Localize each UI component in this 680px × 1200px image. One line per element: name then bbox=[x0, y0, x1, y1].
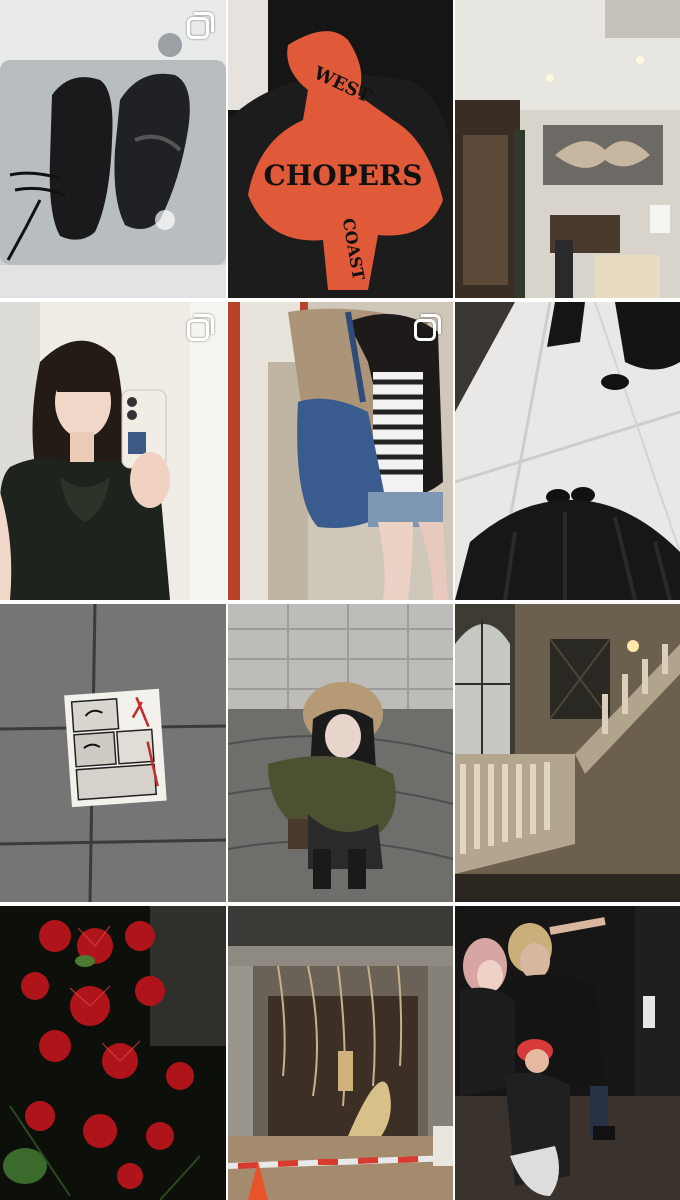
post-tile-mirror-selfie-bag[interactable] bbox=[228, 302, 453, 600]
mirror-selfie-bag-photo bbox=[228, 302, 453, 600]
staircase-photo bbox=[455, 604, 680, 902]
carousel-stack-icon bbox=[413, 314, 441, 342]
hoodie-print-mid: CHOPERS bbox=[263, 159, 422, 192]
construction-photo bbox=[228, 906, 453, 1200]
feet-tiles-photo bbox=[455, 302, 680, 600]
post-tile-feet-tiles[interactable] bbox=[455, 302, 680, 600]
post-tile-hallway[interactable] bbox=[455, 0, 680, 298]
post-tile-hoodie[interactable]: WEST CHOPERS COAST bbox=[228, 0, 453, 298]
post-tile-staircase[interactable] bbox=[455, 604, 680, 902]
carousel-stack-icon bbox=[186, 12, 214, 40]
post-tile-red-flowers[interactable] bbox=[0, 906, 226, 1200]
group-night-photo bbox=[455, 906, 680, 1200]
fur-hood-photo bbox=[228, 604, 453, 902]
post-tile-construction[interactable] bbox=[228, 906, 453, 1200]
red-flowers-photo bbox=[0, 906, 226, 1200]
hoodie-photo: WEST CHOPERS COAST bbox=[228, 0, 453, 298]
post-tile-manga-sticker[interactable] bbox=[0, 604, 226, 902]
profile-post-grid: WEST CHOPERS COAST bbox=[0, 0, 680, 1200]
post-tile-fur-hood[interactable] bbox=[228, 604, 453, 902]
mirror-selfie-dress-photo bbox=[0, 302, 226, 600]
carousel-stack-icon bbox=[186, 314, 214, 342]
post-tile-group-night[interactable] bbox=[455, 906, 680, 1200]
post-tile-sneakers[interactable] bbox=[0, 0, 226, 298]
sneakers-photo bbox=[0, 0, 226, 298]
hallway-photo bbox=[455, 0, 680, 298]
manga-sticker-photo bbox=[0, 604, 226, 902]
post-tile-mirror-selfie-dress[interactable] bbox=[0, 302, 226, 600]
